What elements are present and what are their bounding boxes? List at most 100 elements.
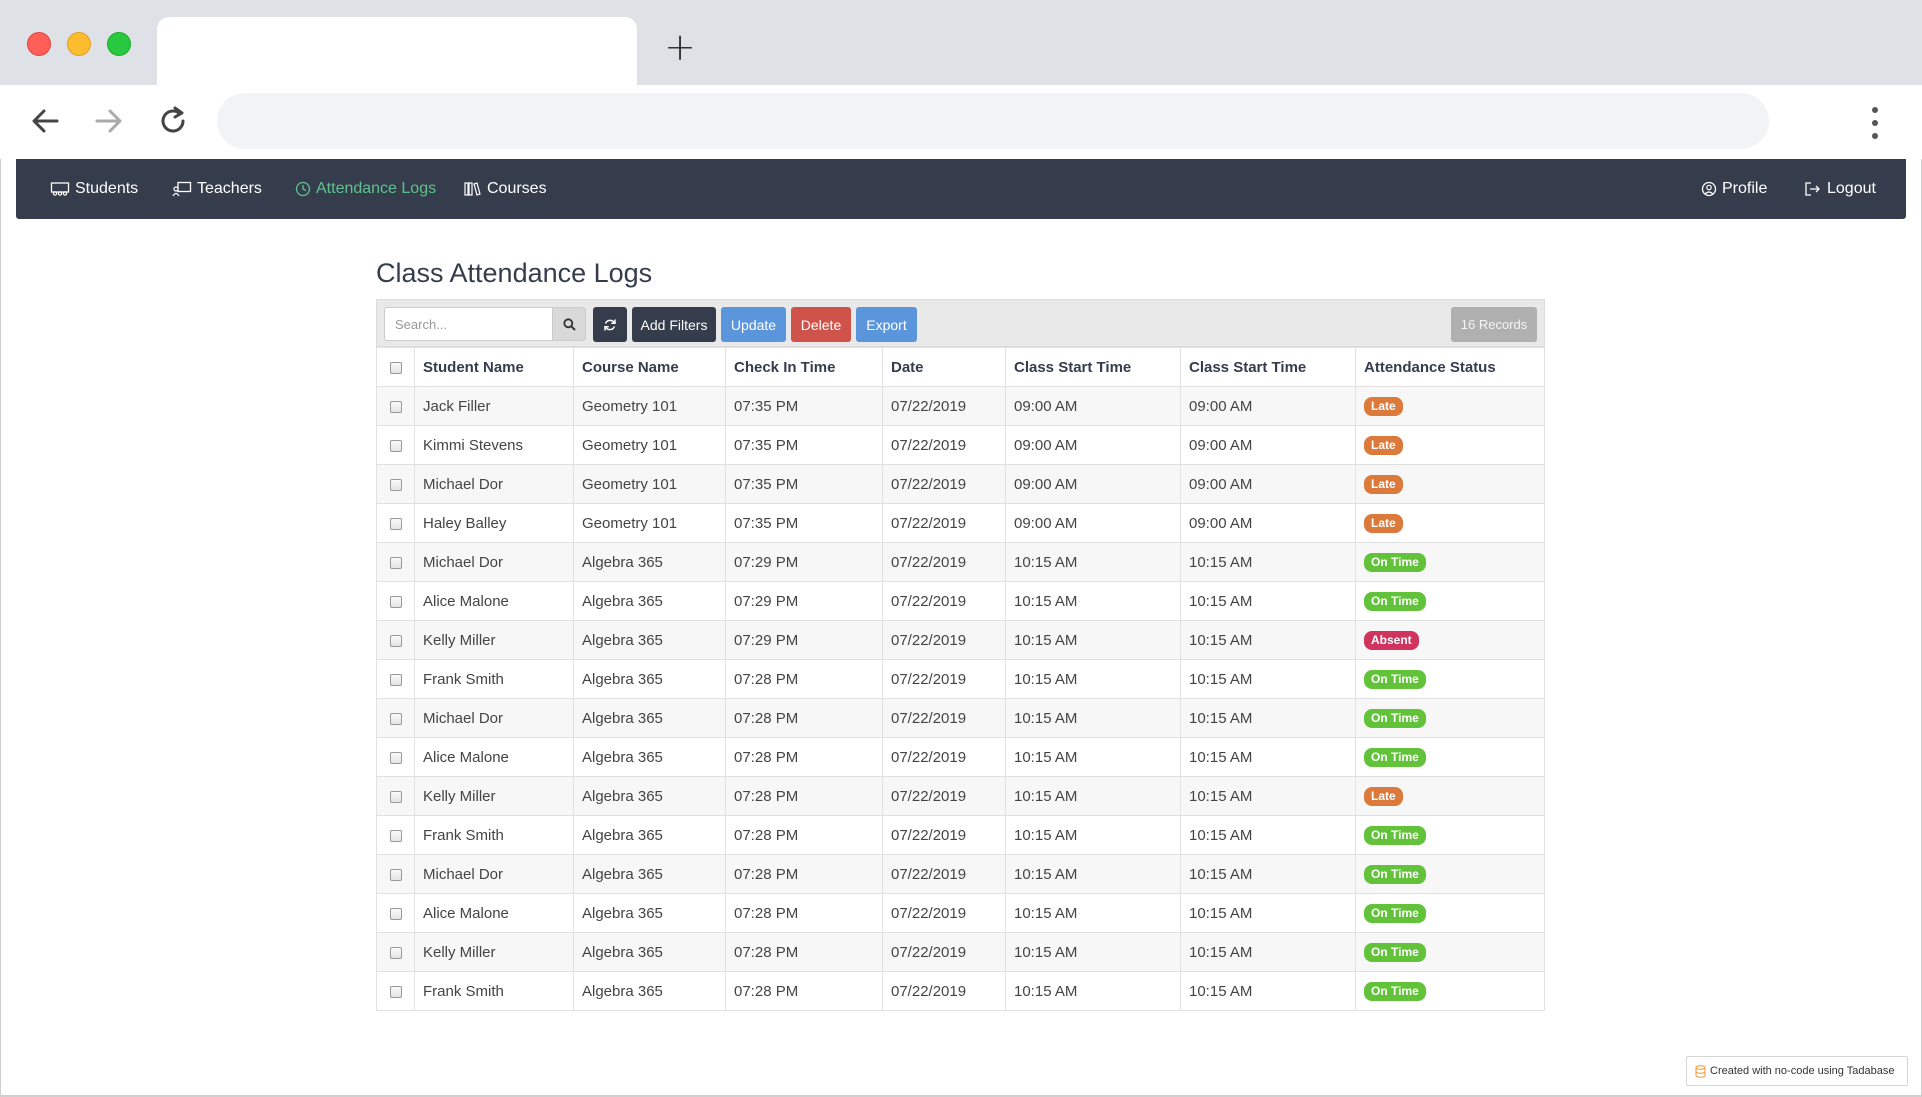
table-row[interactable]: Jack Filler Geometry 101 07:35 PM 07/22/201… [376, 386, 1545, 426]
nav-courses[interactable]: Courses [464, 159, 547, 219]
row-checkbox[interactable] [389, 517, 402, 530]
browser-tab[interactable] [157, 17, 637, 85]
tadabase-credit-badge[interactable]: Created with no-code using Tadabase [1686, 1056, 1908, 1086]
refresh-button[interactable] [593, 307, 627, 342]
status-cell: On Time [1355, 971, 1545, 1011]
logout-icon [1805, 182, 1820, 196]
table-cell: Geometry 101 [573, 503, 726, 543]
column-header[interactable]: Date [882, 347, 1006, 387]
reload-button[interactable] [151, 99, 195, 143]
row-checkbox[interactable] [389, 556, 402, 569]
status-badge: On Time [1364, 981, 1426, 1001]
table-cell: 07:29 PM [725, 542, 883, 582]
search-input[interactable] [384, 307, 553, 341]
table-row[interactable]: Frank Smith Algebra 365 07:28 PM 07/22/2019… [376, 971, 1545, 1011]
select-all-cell [376, 347, 415, 387]
table-cell: 07/22/2019 [882, 776, 1006, 816]
column-header[interactable]: Student Name [414, 347, 574, 387]
update-button[interactable]: Update [721, 307, 786, 342]
table-cell: Algebra 365 [573, 542, 726, 582]
status-cell: Late [1355, 386, 1545, 426]
minimize-window-button[interactable] [67, 32, 91, 56]
table-cell: Geometry 101 [573, 386, 726, 426]
table-row[interactable]: Haley Balley Geometry 101 07:35 PM 07/22/20… [376, 503, 1545, 543]
table-cell: Alice Malone [414, 893, 574, 933]
nav-logout[interactable]: Logout [1804, 159, 1876, 219]
table-row[interactable]: Alice Malone Algebra 365 07:28 PM 07/22/201… [376, 737, 1545, 777]
table-cell: Michael Dor [414, 698, 574, 738]
back-button[interactable] [23, 99, 67, 143]
row-checkbox[interactable] [389, 673, 402, 686]
table-row[interactable]: Michael Dor Algebra 365 07:28 PM 07/22/2019… [376, 698, 1545, 738]
table-row[interactable]: Kelly Miller Algebra 365 07:28 PM 07/22/201… [376, 776, 1545, 816]
table-cell: Kelly Miller [414, 932, 574, 972]
table-cell: 10:15 AM [1005, 737, 1181, 777]
row-checkbox[interactable] [389, 829, 402, 842]
row-select-cell [376, 542, 415, 582]
table-row[interactable]: Frank Smith Algebra 365 07:28 PM 07/22/2019… [376, 659, 1545, 699]
row-checkbox[interactable] [389, 751, 402, 764]
table-cell: 07:35 PM [725, 503, 883, 543]
add-filters-button[interactable]: Add Filters [632, 307, 716, 342]
row-checkbox[interactable] [389, 439, 402, 452]
nav-profile[interactable]: Profile [1701, 159, 1767, 219]
table-cell: 07:35 PM [725, 464, 883, 504]
table-row[interactable]: Kimmi Stevens Geometry 101 07:35 PM 07/22/2… [376, 425, 1545, 465]
table-row[interactable]: Michael Dor Algebra 365 07:29 PM 07/22/2019… [376, 542, 1545, 582]
status-cell: On Time [1355, 698, 1545, 738]
table-row[interactable]: Michael Dor Algebra 365 07:28 PM 07/22/2019… [376, 854, 1545, 894]
table-cell: 07/22/2019 [882, 386, 1006, 426]
address-bar[interactable] [217, 93, 1769, 149]
row-checkbox[interactable] [389, 634, 402, 647]
maximize-window-button[interactable] [107, 32, 131, 56]
table-cell: 10:15 AM [1180, 893, 1356, 933]
column-header[interactable]: Attendance Status [1355, 347, 1545, 387]
table-cell: Algebra 365 [573, 698, 726, 738]
forward-button[interactable] [87, 99, 131, 143]
table-row[interactable]: Alice Malone Algebra 365 07:29 PM 07/22/201… [376, 581, 1545, 621]
row-checkbox[interactable] [389, 985, 402, 998]
delete-button[interactable]: Delete [791, 307, 851, 342]
table-cell: Geometry 101 [573, 464, 726, 504]
column-header[interactable]: Course Name [573, 347, 726, 387]
column-header[interactable]: Class Start Time [1180, 347, 1356, 387]
select-all-checkbox[interactable] [389, 361, 402, 374]
nav-attendance-logs[interactable]: Attendance Logs [295, 159, 436, 219]
row-checkbox[interactable] [389, 790, 402, 803]
table-row[interactable]: Frank Smith Algebra 365 07:28 PM 07/22/2019… [376, 815, 1545, 855]
table-row[interactable]: Kelly Miller Algebra 365 07:29 PM 07/22/201… [376, 620, 1545, 660]
row-checkbox[interactable] [389, 907, 402, 920]
row-select-cell [376, 932, 415, 972]
status-badge: Late [1364, 786, 1403, 806]
column-header[interactable]: Check In Time [725, 347, 883, 387]
table-cell: 07:28 PM [725, 932, 883, 972]
menu-dot-icon [1872, 120, 1878, 126]
search-button[interactable] [552, 307, 586, 341]
row-checkbox[interactable] [389, 478, 402, 491]
row-checkbox[interactable] [389, 946, 402, 959]
table-cell: 07:28 PM [725, 776, 883, 816]
row-checkbox[interactable] [389, 400, 402, 413]
browser-menu-button[interactable] [1860, 103, 1890, 143]
row-checkbox[interactable] [389, 868, 402, 881]
table-header-row: Student Name Course Name Check In Time D… [376, 347, 1545, 387]
attendance-table: Student Name Course Name Check In Time D… [376, 347, 1545, 1011]
new-tab-button[interactable]: + [663, 28, 697, 66]
column-header[interactable]: Class Start Time [1005, 347, 1181, 387]
export-button[interactable]: Export [856, 307, 917, 342]
nav-students[interactable]: Students [50, 159, 138, 219]
table-cell: 10:15 AM [1005, 971, 1181, 1011]
records-count-badge: 16 Records [1451, 307, 1537, 342]
table-cell: 10:15 AM [1005, 620, 1181, 660]
row-checkbox[interactable] [389, 595, 402, 608]
table-row[interactable]: Kelly Miller Algebra 365 07:28 PM 07/22/201… [376, 932, 1545, 972]
table-cell: Algebra 365 [573, 581, 726, 621]
row-checkbox[interactable] [389, 712, 402, 725]
table-row[interactable]: Alice Malone Algebra 365 07:28 PM 07/22/201… [376, 893, 1545, 933]
table-cell: 07/22/2019 [882, 542, 1006, 582]
close-window-button[interactable] [27, 32, 51, 56]
status-cell: On Time [1355, 893, 1545, 933]
table-row[interactable]: Michael Dor Geometry 101 07:35 PM 07/22/201… [376, 464, 1545, 504]
status-badge: On Time [1364, 825, 1426, 845]
nav-teachers[interactable]: Teachers [172, 159, 262, 219]
